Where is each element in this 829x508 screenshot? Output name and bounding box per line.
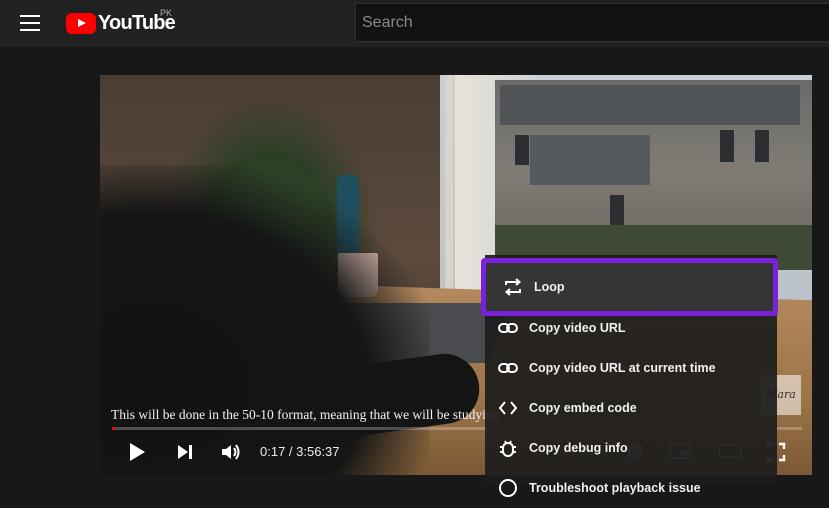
menu-item-copy-url-time[interactable]: Copy video URL at current time xyxy=(485,348,777,388)
volume-icon xyxy=(222,444,240,460)
youtube-play-icon xyxy=(66,12,96,34)
menu-item-label: Troubleshoot playback issue xyxy=(529,481,701,495)
youtube-logo[interactable]: YouTube xyxy=(66,12,176,34)
play-icon xyxy=(130,443,145,461)
masthead: YouTube PK xyxy=(0,0,829,47)
next-icon xyxy=(178,445,192,459)
search-input[interactable] xyxy=(356,4,829,41)
help-icon xyxy=(497,477,519,499)
context-menu: Loop Copy video URL Copy video URL at cu… xyxy=(481,255,778,497)
menu-item-label: Loop xyxy=(534,280,565,294)
menu-item-copy-url[interactable]: Copy video URL xyxy=(485,308,777,348)
time-display: 0:17 / 3:56:37 xyxy=(260,444,340,459)
menu-item-label: Copy embed code xyxy=(529,401,637,415)
menu-item-copy-embed[interactable]: Copy embed code xyxy=(485,388,777,428)
bug-icon xyxy=(497,437,519,459)
volume-button[interactable] xyxy=(220,441,242,468)
code-icon xyxy=(497,397,519,419)
link-icon xyxy=(497,357,519,379)
progress-fill xyxy=(112,427,115,430)
play-button[interactable] xyxy=(127,441,147,468)
video-caption: This will be done in the 50-10 format, m… xyxy=(111,407,500,422)
menu-item-label: Copy video URL at current time xyxy=(529,361,716,375)
menu-item-troubleshoot[interactable]: Troubleshoot playback issue xyxy=(485,468,777,508)
next-button[interactable] xyxy=(175,441,195,468)
search-box[interactable] xyxy=(355,3,829,42)
loop-icon xyxy=(502,276,524,298)
menu-icon[interactable] xyxy=(20,15,40,31)
link-icon xyxy=(497,317,519,339)
menu-item-label: Copy video URL xyxy=(529,321,626,335)
menu-item-copy-debug[interactable]: Copy debug info xyxy=(485,428,777,468)
country-code: PK xyxy=(160,8,173,18)
menu-item-label: Copy debug info xyxy=(529,441,628,455)
